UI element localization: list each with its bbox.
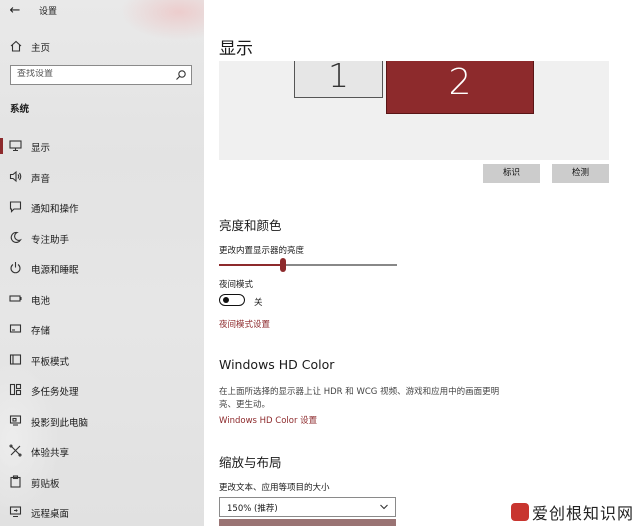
night-light-label: 夜间模式 — [219, 280, 254, 290]
sidebar-item-tablet-mode[interactable]: 平板模式 — [0, 345, 204, 376]
slider-fill — [219, 264, 284, 266]
watermark-logo-icon — [510, 503, 529, 521]
speaker-icon — [9, 170, 22, 182]
monitor-icon — [9, 140, 22, 152]
section-title: 系统 — [10, 104, 30, 115]
hd-color-heading: Windows HD Color — [219, 357, 335, 372]
sidebar-item-label: 多任务处理 — [31, 387, 79, 398]
sidebar-item-label: 存储 — [31, 326, 51, 337]
power-icon — [10, 262, 21, 274]
project-icon — [9, 414, 22, 426]
scale-dropdown-value: 150% (推荐) — [227, 504, 278, 514]
sidebar-item-label: 远程桌面 — [31, 509, 70, 520]
tablet-icon — [9, 353, 22, 365]
sidebar-item-display[interactable]: 显示 — [0, 131, 204, 162]
notification-icon — [9, 201, 22, 213]
scale-label: 更改文本、应用等项目的大小 — [219, 483, 330, 493]
moon-icon — [10, 231, 22, 243]
sidebar-item-label: 剪贴板 — [31, 478, 60, 490]
sidebar-item-clipboard[interactable]: 剪贴板 — [0, 467, 204, 498]
sidebar-item-label: 电源和睡眠 — [31, 265, 79, 276]
home-link[interactable]: 主页 — [0, 36, 204, 58]
sidebar-item-project-to-pc[interactable]: 投影到此电脑 — [0, 406, 204, 437]
remote-desktop-icon — [9, 506, 22, 518]
monitor-2-label: 2 — [448, 62, 472, 103]
sidebar-item-label: 声音 — [31, 173, 51, 185]
window-title: 设置 — [39, 7, 58, 17]
sidebar-nav: 显示 声音 通知和操作 专注助手 电源和睡眠 电池 存储 平板模式 多任务处理 … — [0, 131, 204, 528]
sidebar-item-label: 专注助手 — [31, 234, 70, 246]
display-arrangement: 1 2 — [219, 61, 609, 160]
main-content: 显示 1 2 标识 检测 亮度和颜色 更改内置显示器的亮度 夜间模式 关 夜间模… — [204, 0, 640, 526]
chevron-down-icon — [380, 504, 388, 510]
detect-button[interactable]: 检测 — [552, 164, 609, 183]
share-icon — [9, 444, 22, 457]
scale-dropdown[interactable]: 150% (推荐) — [219, 497, 396, 517]
sidebar-item-label: 体验共享 — [31, 448, 70, 459]
night-light-state: 关 — [254, 298, 263, 308]
monitor-1-label: 1 — [328, 61, 349, 95]
back-arrow-icon: ← — [9, 3, 21, 18]
sidebar-item-remote-desktop[interactable]: 远程桌面 — [0, 497, 204, 528]
watermark-text: 爱创根知识网 — [531, 504, 634, 523]
search-icon[interactable] — [175, 69, 187, 81]
multitask-icon — [9, 383, 22, 396]
sidebar-item-label: 平板模式 — [31, 356, 70, 368]
clipboard-icon — [10, 474, 21, 488]
sidebar-item-power-sleep[interactable]: 电源和睡眠 — [0, 253, 204, 284]
sidebar-item-label: 通知和操作 — [31, 204, 79, 215]
home-label: 主页 — [31, 43, 51, 54]
sidebar: ← 设置 主页 系统 显示 声音 通知和操作 专注助手 电源和睡眠 — [0, 0, 204, 526]
sidebar-item-focus-assist[interactable]: 专注助手 — [0, 223, 204, 254]
slider-thumb[interactable] — [280, 258, 287, 272]
sidebar-item-multitasking[interactable]: 多任务处理 — [0, 375, 204, 406]
hd-color-settings-link[interactable]: Windows HD Color 设置 — [219, 414, 317, 426]
battery-icon — [9, 294, 22, 302]
identify-button[interactable]: 标识 — [483, 164, 540, 183]
sidebar-item-sound[interactable]: 声音 — [0, 162, 204, 193]
sidebar-item-label: 显示 — [31, 143, 51, 154]
toggle-knob — [223, 297, 229, 303]
title-bar: ← 设置 — [0, 0, 204, 22]
monitor-2[interactable]: 2 — [386, 61, 534, 114]
sidebar-item-label: 投影到此电脑 — [31, 417, 89, 429]
brightness-slider[interactable] — [219, 258, 397, 272]
sidebar-item-label: 电池 — [31, 295, 51, 307]
sidebar-item-battery[interactable]: 电池 — [0, 284, 204, 315]
storage-icon — [9, 324, 22, 333]
search-box[interactable] — [10, 65, 192, 85]
sidebar-item-shared-experiences[interactable]: 体验共享 — [0, 436, 204, 467]
sidebar-item-storage[interactable]: 存储 — [0, 314, 204, 345]
brightness-heading: 亮度和颜色 — [219, 218, 282, 233]
monitor-1[interactable]: 1 — [294, 61, 383, 98]
brightness-label: 更改内置显示器的亮度 — [219, 246, 305, 256]
search-input[interactable] — [17, 69, 167, 79]
back-button[interactable]: ← — [6, 3, 24, 19]
watermark: 爱创根知识网 — [510, 500, 634, 524]
night-light-settings-link[interactable]: 夜间模式设置 — [219, 318, 270, 330]
scale-layout-heading: 缩放与布局 — [219, 455, 282, 470]
next-control-partial — [219, 519, 396, 526]
page-title: 显示 — [219, 39, 253, 59]
hd-color-description: 在上面所选择的显示器上让 HDR 和 WCG 视频、游戏和应用中的画面更明亮、更… — [219, 387, 500, 410]
home-icon — [10, 40, 22, 52]
night-light-toggle[interactable] — [219, 294, 245, 306]
sidebar-item-notifications[interactable]: 通知和操作 — [0, 192, 204, 223]
